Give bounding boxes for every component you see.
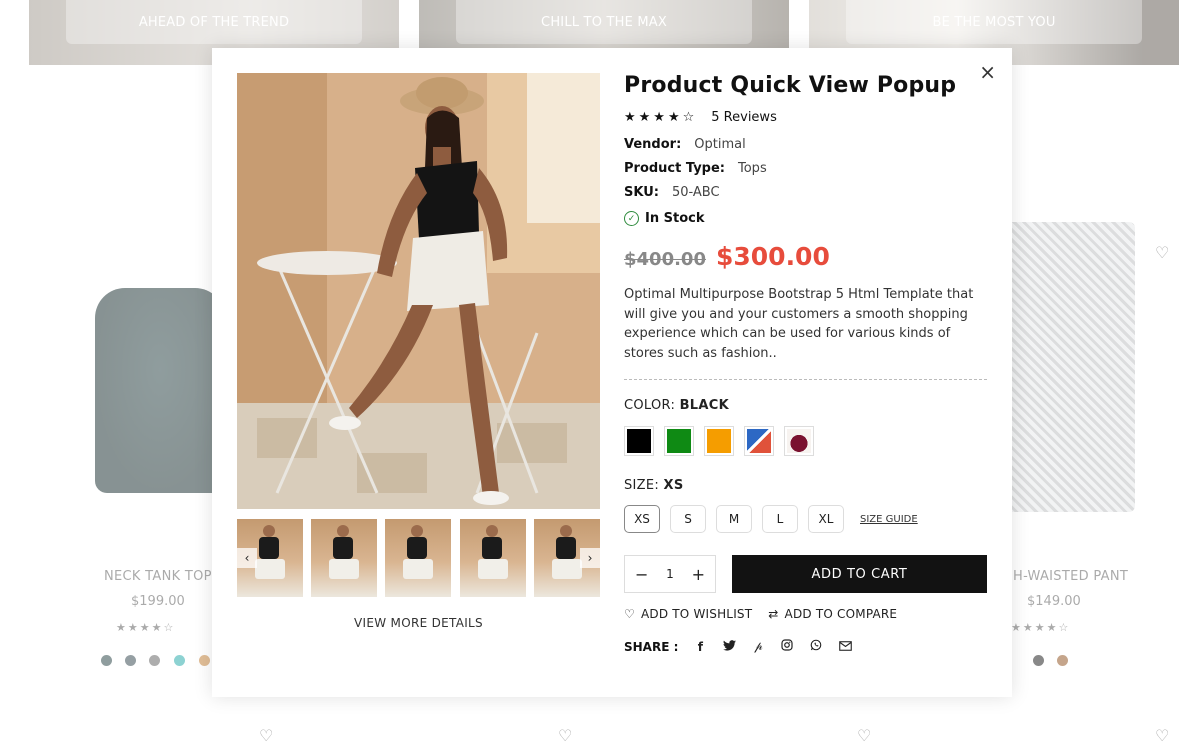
pinterest-icon[interactable]: 𝓅 xyxy=(751,639,765,654)
action-links: ♡ ADD TO WISHLIST ⇄ ADD TO COMPARE xyxy=(624,607,987,621)
product-main-image[interactable] xyxy=(237,73,600,509)
purchase-row: − + ADD TO CART xyxy=(624,555,987,593)
color-selector: COLOR: BLACK xyxy=(624,398,987,456)
vendor-row: Vendor: Optimal xyxy=(624,137,987,152)
color-swatch-black[interactable] xyxy=(624,426,654,456)
twitter-icon[interactable] xyxy=(722,639,736,654)
price-row: $400.00 $300.00 xyxy=(624,242,987,271)
sku-row: SKU: 50-ABC xyxy=(624,185,987,200)
instagram-icon[interactable] xyxy=(780,639,794,654)
thumbnail[interactable] xyxy=(385,519,451,597)
thumbnail-strip xyxy=(237,519,600,597)
star-rating: ★★★★☆ xyxy=(624,110,698,125)
sku-label: SKU: xyxy=(624,185,659,200)
add-to-compare-link[interactable]: ⇄ ADD TO COMPARE xyxy=(768,607,897,621)
color-swatch-orange[interactable] xyxy=(704,426,734,456)
facebook-icon[interactable]: f xyxy=(693,640,707,654)
vendor-value[interactable]: Optimal xyxy=(694,137,745,152)
quantity-input[interactable] xyxy=(658,567,682,581)
selected-size: XS xyxy=(663,478,684,493)
share-row: SHARE : f 𝓅 xyxy=(624,639,987,654)
add-to-cart-button[interactable]: ADD TO CART xyxy=(732,555,987,593)
color-label: COLOR: xyxy=(624,398,676,413)
reviews-link[interactable]: 5 Reviews xyxy=(711,110,777,125)
add-to-wishlist-link[interactable]: ♡ ADD TO WISHLIST xyxy=(624,607,752,621)
shuffle-icon: ⇄ xyxy=(768,607,779,621)
size-option-l[interactable]: L xyxy=(762,505,798,533)
whatsapp-icon[interactable] xyxy=(809,639,823,654)
view-more-details-link[interactable]: VIEW MORE DETAILS xyxy=(237,616,600,630)
check-circle-icon: ✓ xyxy=(624,211,639,226)
color-swatch-pattern[interactable] xyxy=(744,426,774,456)
share-label: SHARE : xyxy=(624,639,679,654)
size-guide-link[interactable]: SIZE GUIDE xyxy=(860,514,918,525)
stock-status: ✓ In Stock xyxy=(624,211,987,226)
minus-icon[interactable]: − xyxy=(635,565,648,584)
chevron-right-icon[interactable]: › xyxy=(580,548,600,568)
add-to-wishlist-label: ADD TO WISHLIST xyxy=(640,607,753,621)
thumbnail[interactable] xyxy=(311,519,377,597)
old-price: $400.00 xyxy=(624,249,706,270)
chevron-left-icon[interactable]: ‹ xyxy=(237,548,257,568)
sku-value: 50-ABC xyxy=(671,185,720,200)
plus-icon[interactable]: + xyxy=(692,565,705,584)
product-info: Product Quick View Popup ★★★★☆ 5 Reviews… xyxy=(624,73,987,654)
color-swatch-green[interactable] xyxy=(664,426,694,456)
size-selector: SIZE: XS XS S M L XL SIZE GUIDE xyxy=(624,478,987,533)
quantity-stepper: − + xyxy=(624,555,716,593)
product-type-value[interactable]: Tops xyxy=(738,161,767,176)
size-option-s[interactable]: S xyxy=(670,505,706,533)
product-description: Optimal Multipurpose Bootstrap 5 Html Te… xyxy=(624,287,974,361)
product-photo xyxy=(237,73,600,509)
rating-row: ★★★★☆ 5 Reviews xyxy=(624,110,987,125)
email-icon[interactable] xyxy=(838,640,852,654)
sale-price: $300.00 xyxy=(715,242,830,271)
size-option-m[interactable]: M xyxy=(716,505,752,533)
vendor-label: Vendor: xyxy=(624,137,682,152)
product-title: Product Quick View Popup xyxy=(624,73,957,98)
product-type-label: Product Type: xyxy=(624,161,725,176)
size-label: SIZE: xyxy=(624,478,660,493)
divider xyxy=(624,379,987,380)
quick-view-modal: × ‹ › VIEW MORE DETAILS Product Quick Vi… xyxy=(212,48,1012,697)
heart-icon: ♡ xyxy=(624,607,635,621)
thumbnail[interactable] xyxy=(460,519,526,597)
stock-label: In Stock xyxy=(645,211,705,226)
color-swatch-dress[interactable] xyxy=(784,426,814,456)
product-type-row: Product Type: Tops xyxy=(624,161,987,176)
size-option-xl[interactable]: XL xyxy=(808,505,844,533)
add-to-compare-label: ADD TO COMPARE xyxy=(784,607,898,621)
selected-color: BLACK xyxy=(679,398,729,413)
size-option-xs[interactable]: XS xyxy=(624,505,660,533)
